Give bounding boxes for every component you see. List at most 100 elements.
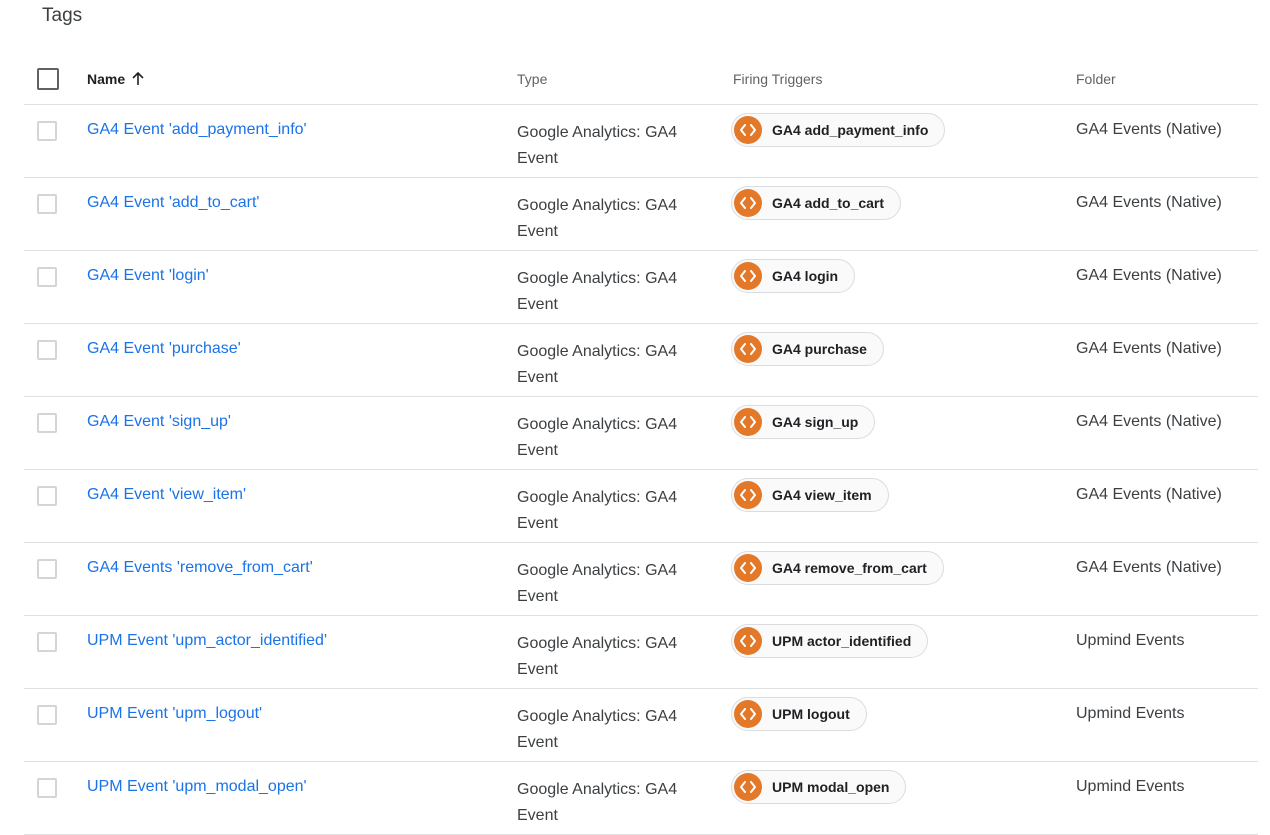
tag-type-line: Event	[517, 661, 558, 678]
row-checkbox[interactable]	[37, 486, 57, 506]
page-title: Tags	[42, 5, 83, 26]
firing-trigger-chip[interactable]: GA4 add_to_cart	[731, 186, 902, 220]
firing-trigger-label: GA4 sign_up	[772, 414, 859, 430]
custom-event-code-icon	[734, 335, 762, 363]
tag-folder: Upmind Events	[1076, 778, 1185, 795]
custom-event-code-icon	[734, 700, 762, 728]
firing-trigger-label: GA4 add_to_cart	[772, 195, 885, 211]
tag-folder: GA4 Events (Native)	[1076, 121, 1222, 138]
row-checkbox[interactable]	[37, 705, 57, 725]
row-checkbox[interactable]	[37, 121, 57, 141]
tag-folder: GA4 Events (Native)	[1076, 340, 1222, 357]
firing-trigger-chip[interactable]: UPM actor_identified	[731, 624, 929, 658]
tag-folder: Upmind Events	[1076, 705, 1185, 722]
tag-type: Google Analytics: GA4 Event	[517, 631, 717, 683]
tag-name-link[interactable]: UPM Event 'upm_actor_identified'	[87, 631, 327, 651]
table-row[interactable]: UPM Event 'upm_modal_open' Google Analyt…	[24, 762, 1258, 835]
tag-type-line: Event	[517, 369, 558, 386]
tag-type-line: Event	[517, 150, 558, 167]
tag-type-line: Google Analytics: GA4	[517, 197, 678, 214]
firing-trigger-label: UPM actor_identified	[772, 633, 912, 649]
tag-type: Google Analytics: GA4 Event	[517, 266, 717, 318]
table-header-row: Name Type Firing Triggers Folder	[24, 53, 1258, 105]
firing-trigger-chip[interactable]: GA4 sign_up	[731, 405, 876, 439]
table-row[interactable]: GA4 Event 'login' Google Analytics: GA4 …	[24, 251, 1258, 324]
row-checkbox[interactable]	[37, 340, 57, 360]
table-row[interactable]: GA4 Event 'add_to_cart' Google Analytics…	[24, 178, 1258, 251]
table-row[interactable]: GA4 Event 'sign_up' Google Analytics: GA…	[24, 397, 1258, 470]
tag-type-line: Google Analytics: GA4	[517, 562, 678, 579]
row-checkbox[interactable]	[37, 413, 57, 433]
table-body: GA4 Event 'add_payment_info' Google Anal…	[24, 105, 1258, 835]
tag-type: Google Analytics: GA4 Event	[517, 412, 717, 464]
tag-folder: GA4 Events (Native)	[1076, 267, 1222, 284]
firing-trigger-chip[interactable]: UPM modal_open	[731, 770, 907, 804]
firing-trigger-chip[interactable]: GA4 login	[731, 259, 856, 293]
firing-trigger-label: GA4 purchase	[772, 341, 867, 357]
custom-event-code-icon	[734, 116, 762, 144]
tag-type: Google Analytics: GA4 Event	[517, 193, 717, 245]
table-row[interactable]: GA4 Event 'purchase' Google Analytics: G…	[24, 324, 1258, 397]
custom-event-code-icon	[734, 627, 762, 655]
custom-event-code-icon	[734, 481, 762, 509]
tag-name-link[interactable]: GA4 Event 'sign_up'	[87, 412, 231, 432]
column-header-folder[interactable]: Folder	[1076, 71, 1116, 87]
tag-folder: GA4 Events (Native)	[1076, 194, 1222, 211]
tag-type-line: Google Analytics: GA4	[517, 781, 678, 798]
tag-type-line: Event	[517, 442, 558, 459]
tag-name-link[interactable]: UPM Event 'upm_logout'	[87, 704, 262, 724]
table-row[interactable]: UPM Event 'upm_logout' Google Analytics:…	[24, 689, 1258, 762]
tag-folder: GA4 Events (Native)	[1076, 413, 1222, 430]
column-header-firing-triggers[interactable]: Firing Triggers	[733, 71, 822, 87]
table-row[interactable]: UPM Event 'upm_actor_identified' Google …	[24, 616, 1258, 689]
firing-trigger-chip[interactable]: GA4 remove_from_cart	[731, 551, 944, 585]
firing-trigger-label: GA4 view_item	[772, 487, 872, 503]
row-checkbox[interactable]	[37, 778, 57, 798]
tags-table: Name Type Firing Triggers Folder GA4 Eve…	[24, 53, 1258, 835]
firing-trigger-chip[interactable]: GA4 purchase	[731, 332, 884, 366]
column-header-name[interactable]: Name	[87, 71, 145, 87]
tag-name-link[interactable]: GA4 Event 'add_payment_info'	[87, 120, 307, 140]
tag-type-line: Event	[517, 734, 558, 751]
tag-type-line: Google Analytics: GA4	[517, 270, 678, 287]
table-row[interactable]: GA4 Events 'remove_from_cart' Google Ana…	[24, 543, 1258, 616]
tag-type-line: Google Analytics: GA4	[517, 343, 678, 360]
tag-name-link[interactable]: UPM Event 'upm_modal_open'	[87, 777, 307, 797]
tag-name-link[interactable]: GA4 Event 'view_item'	[87, 485, 246, 505]
custom-event-code-icon	[734, 189, 762, 217]
tag-type-line: Event	[517, 223, 558, 240]
tag-name-link[interactable]: GA4 Events 'remove_from_cart'	[87, 558, 313, 578]
tag-type-line: Event	[517, 296, 558, 313]
firing-trigger-chip[interactable]: UPM logout	[731, 697, 867, 731]
column-header-type[interactable]: Type	[517, 71, 547, 87]
tag-type-line: Event	[517, 515, 558, 532]
firing-trigger-chip[interactable]: GA4 add_payment_info	[731, 113, 946, 147]
tag-type: Google Analytics: GA4 Event	[517, 704, 717, 756]
tag-type-line: Event	[517, 807, 558, 824]
tag-folder: GA4 Events (Native)	[1076, 559, 1222, 576]
tag-name-link[interactable]: GA4 Event 'purchase'	[87, 339, 241, 359]
row-checkbox[interactable]	[37, 194, 57, 214]
tag-name-link[interactable]: GA4 Event 'login'	[87, 266, 209, 286]
tag-type: Google Analytics: GA4 Event	[517, 485, 717, 537]
tag-type: Google Analytics: GA4 Event	[517, 558, 717, 610]
tag-folder: Upmind Events	[1076, 632, 1185, 649]
column-header-name-label: Name	[87, 71, 126, 87]
tag-name-link[interactable]: GA4 Event 'add_to_cart'	[87, 193, 259, 213]
table-row[interactable]: GA4 Event 'view_item' Google Analytics: …	[24, 470, 1258, 543]
firing-trigger-label: GA4 add_payment_info	[772, 122, 929, 138]
select-all-checkbox[interactable]	[37, 68, 59, 90]
tag-type-line: Google Analytics: GA4	[517, 635, 678, 652]
tag-type-line: Event	[517, 588, 558, 605]
arrow-up-icon	[131, 71, 145, 86]
row-checkbox[interactable]	[37, 632, 57, 652]
custom-event-code-icon	[734, 554, 762, 582]
firing-trigger-chip[interactable]: GA4 view_item	[731, 478, 889, 512]
custom-event-code-icon	[734, 262, 762, 290]
tag-type: Google Analytics: GA4 Event	[517, 120, 717, 172]
firing-trigger-label: GA4 login	[772, 268, 839, 284]
row-checkbox[interactable]	[37, 559, 57, 579]
row-checkbox[interactable]	[37, 267, 57, 287]
firing-trigger-label: UPM modal_open	[772, 779, 890, 795]
table-row[interactable]: GA4 Event 'add_payment_info' Google Anal…	[24, 105, 1258, 178]
